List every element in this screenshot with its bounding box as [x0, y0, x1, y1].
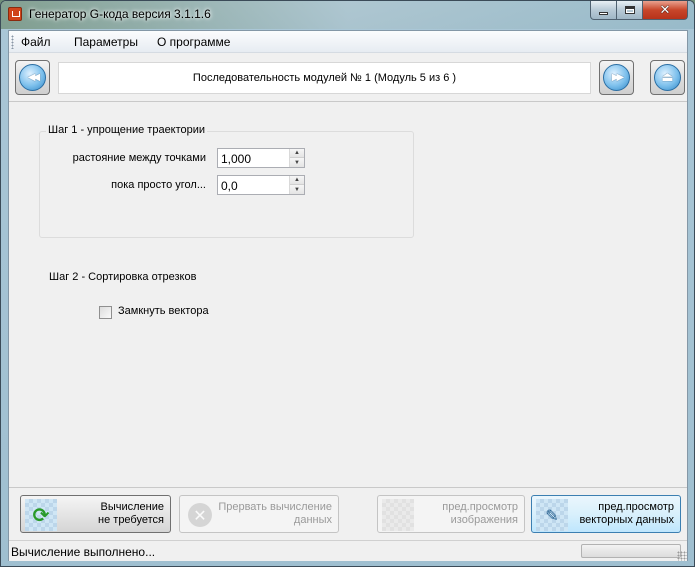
app-window: Генератор G-кода версия 3.1.1.6 ✕ Файл П…: [0, 0, 695, 567]
vector-preview-button[interactable]: ✎ пред.просмотр векторных данных: [531, 495, 681, 533]
distance-spin-arrows: ▲ ▼: [289, 149, 304, 167]
menu-bar: Файл Параметры О программе: [9, 31, 687, 53]
vector-preview-icon: ✎: [536, 499, 568, 531]
distance-label: растояние между точками: [72, 152, 206, 164]
eject-icon: ⏏: [654, 64, 681, 91]
close-button[interactable]: ✕: [643, 1, 688, 20]
refresh-icon: ⟳: [25, 499, 57, 531]
distance-spinbox[interactable]: 1,000 ▲ ▼: [217, 148, 305, 168]
abort-label: Прервать вычисление данных: [218, 501, 332, 526]
rewind-icon: ◀◀: [19, 64, 46, 91]
resize-grip-icon[interactable]: [677, 551, 687, 561]
angle-spin-arrows: ▲ ▼: [289, 176, 304, 194]
navigation-bar: ◀◀ Последовательность модулей № 1 (Модул…: [9, 54, 687, 102]
step2-title: Шаг 2 - Сортировка отрезков: [49, 271, 197, 283]
spin-down-icon[interactable]: ▼: [290, 185, 304, 194]
vector-preview-label: пред.просмотр векторных данных: [579, 501, 674, 526]
image-preview-icon: [382, 499, 414, 531]
compute-button[interactable]: ⟳ Вычисление не требуется: [20, 495, 171, 533]
step1-group: Шаг 1 - упрощение траектории растояние м…: [39, 124, 414, 238]
menu-grip-icon: [11, 35, 14, 49]
client-area: Файл Параметры О программе ◀◀ Последоват…: [8, 30, 688, 561]
step1-title: Шаг 1 - упрощение траектории: [46, 124, 208, 136]
app-icon[interactable]: [8, 7, 22, 21]
close-vectors-checkbox[interactable]: [99, 306, 112, 319]
compute-label: Вычисление не требуется: [98, 501, 164, 526]
spin-up-icon[interactable]: ▲: [290, 176, 304, 185]
sequence-display: Последовательность модулей № 1 (Модуль 5…: [58, 62, 591, 94]
stop-icon: ✕: [184, 499, 216, 531]
previous-module-button[interactable]: ◀◀: [15, 60, 50, 95]
menu-file[interactable]: Файл: [21, 35, 51, 49]
sequence-text: Последовательность модулей № 1 (Модуль 5…: [192, 72, 457, 84]
close-icon: ✕: [659, 2, 671, 18]
angle-spinbox[interactable]: 0,0 ▲ ▼: [217, 175, 305, 195]
progress-bar: [581, 544, 681, 558]
spin-down-icon[interactable]: ▼: [290, 158, 304, 167]
menu-parameters[interactable]: Параметры: [74, 35, 138, 49]
next-module-button[interactable]: ▶▶: [599, 60, 634, 95]
eject-button[interactable]: ⏏: [650, 60, 685, 95]
angle-label: пока просто угол...: [111, 179, 206, 191]
maximize-icon: [624, 6, 635, 14]
spin-up-icon[interactable]: ▲: [290, 149, 304, 158]
abort-computation-button[interactable]: ✕ Прервать вычисление данных: [179, 495, 339, 533]
minimize-button[interactable]: [590, 1, 617, 20]
status-text: Вычисление выполнено...: [11, 545, 156, 559]
distance-value[interactable]: 1,000: [221, 152, 251, 166]
status-bar: Вычисление выполнено...: [9, 540, 687, 561]
minimize-icon: [599, 11, 608, 15]
fast-forward-icon: ▶▶: [603, 64, 630, 91]
angle-value[interactable]: 0,0: [221, 179, 238, 193]
image-preview-label: пред.просмотр изображения: [442, 501, 518, 526]
action-bar: ⟳ Вычисление не требуется ✕ Прервать выч…: [9, 487, 687, 539]
module-content: Шаг 1 - упрощение траектории растояние м…: [9, 103, 687, 486]
maximize-button[interactable]: [617, 1, 643, 20]
menu-about[interactable]: О программе: [157, 35, 230, 49]
image-preview-button[interactable]: пред.просмотр изображения: [377, 495, 525, 533]
caption-buttons: ✕: [590, 1, 688, 21]
title-bar[interactable]: Генератор G-кода версия 3.1.1.6 ✕: [1, 1, 694, 29]
close-vectors-label[interactable]: Замкнуть вектора: [118, 305, 209, 317]
window-title: Генератор G-кода версия 3.1.1.6: [29, 7, 211, 21]
